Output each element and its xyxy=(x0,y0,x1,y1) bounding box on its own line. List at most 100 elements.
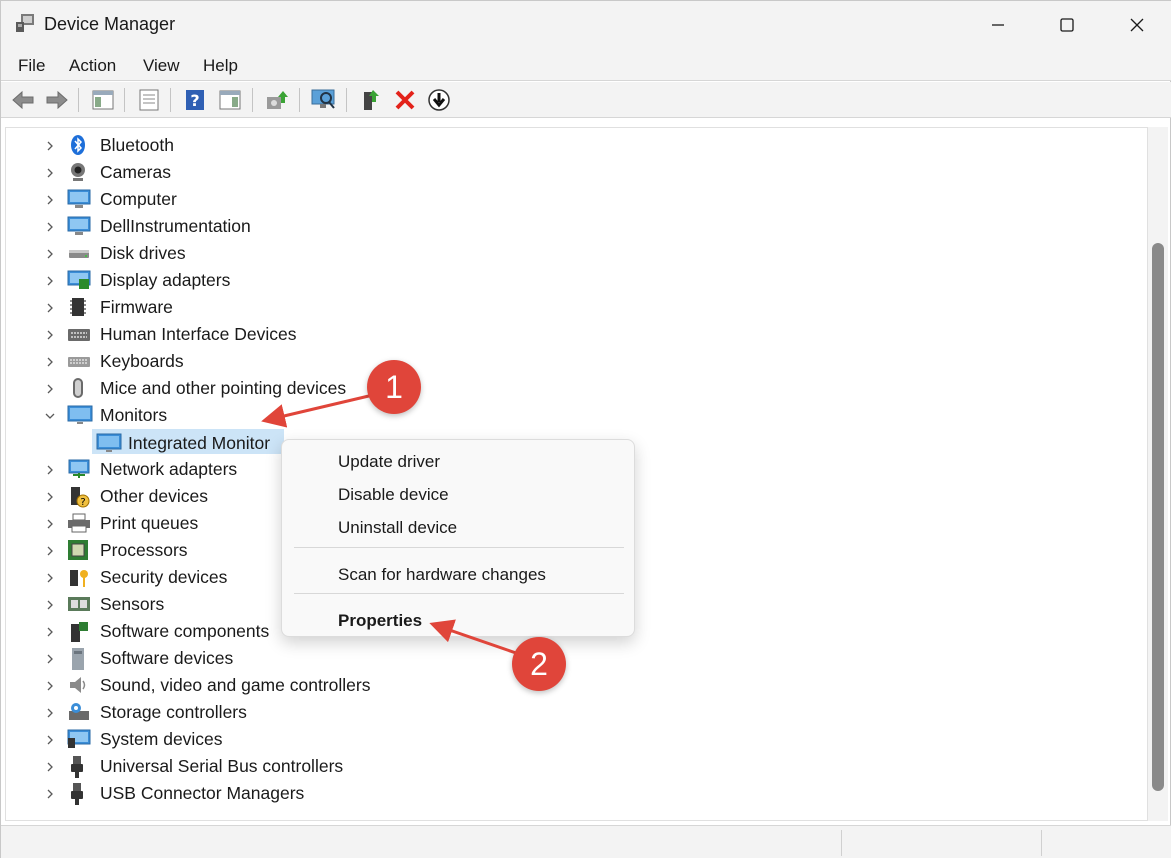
close-button[interactable] xyxy=(1102,1,1171,49)
chevron-right-icon[interactable] xyxy=(44,652,56,664)
tree-category-label: Storage controllers xyxy=(100,702,247,722)
monitor-icon xyxy=(67,404,93,426)
chevron-right-icon[interactable] xyxy=(44,706,56,718)
toolbar-separator xyxy=(124,88,125,112)
menu-help[interactable]: Help xyxy=(203,56,238,76)
chevron-right-icon[interactable] xyxy=(44,598,56,610)
download-update-toolbar-button[interactable] xyxy=(426,87,452,113)
tree-category-label: Security devices xyxy=(100,567,228,587)
chevron-right-icon[interactable] xyxy=(44,301,56,313)
toolbar-separator xyxy=(78,88,79,112)
enable-device-toolbar-button[interactable] xyxy=(358,87,384,113)
tree-category-label: Sensors xyxy=(100,594,165,614)
window-title: Device Manager xyxy=(44,14,176,34)
tree-category-label: DellInstrumentation xyxy=(100,216,251,236)
toolbar-separator xyxy=(252,88,253,112)
tree-category-computer[interactable]: Computer xyxy=(6,185,606,212)
tree-category-disk-drives[interactable]: Disk drives xyxy=(6,239,606,266)
menu-bar: File Action View Help xyxy=(1,49,1171,81)
chevron-right-icon[interactable] xyxy=(44,166,56,178)
chevron-right-icon[interactable] xyxy=(44,760,56,772)
menu-disable-device[interactable]: Disable device xyxy=(338,485,449,505)
device-manager-icon xyxy=(15,13,35,33)
chevron-right-icon[interactable] xyxy=(44,355,56,367)
chevron-right-icon[interactable] xyxy=(44,247,56,259)
scrollbar-thumb[interactable] xyxy=(1152,243,1164,791)
tree-category-label: Universal Serial Bus controllers xyxy=(100,756,344,776)
chevron-right-icon[interactable] xyxy=(44,220,56,232)
title-bar: Device Manager xyxy=(1,1,1171,49)
menu-properties[interactable]: Properties xyxy=(338,611,422,631)
annotation-badge-1: 1 xyxy=(367,360,421,414)
forward-arrow-icon xyxy=(46,90,68,110)
usb-icon xyxy=(67,755,91,778)
tree-device-label: Integrated Monitor xyxy=(128,433,271,453)
camera-icon xyxy=(67,161,91,183)
update-driver-toolbar-button[interactable] xyxy=(264,87,290,113)
console-tree-button[interactable] xyxy=(90,87,116,113)
chevron-right-icon[interactable] xyxy=(44,787,56,799)
tree-category-bluetooth[interactable]: Bluetooth xyxy=(6,131,606,158)
chevron-right-icon[interactable] xyxy=(44,571,56,583)
chevron-right-icon[interactable] xyxy=(44,463,56,475)
software-component-icon xyxy=(67,620,91,642)
tree-category-cameras[interactable]: Cameras xyxy=(6,158,606,185)
tree-category-display-adapters[interactable]: Display adapters xyxy=(6,266,606,293)
keyboard-icon xyxy=(67,350,91,372)
tree-device-integrated-monitor[interactable]: Integrated Monitor xyxy=(92,429,292,456)
menu-scan-hardware[interactable]: Scan for hardware changes xyxy=(338,565,546,585)
properties-toolbar-button[interactable] xyxy=(136,87,162,113)
menu-file[interactable]: File xyxy=(18,56,45,76)
minimize-icon xyxy=(992,24,1004,26)
chevron-right-icon[interactable] xyxy=(44,679,56,691)
chevron-right-icon[interactable] xyxy=(44,625,56,637)
chevron-right-icon[interactable] xyxy=(44,544,56,556)
scan-hardware-toolbar-button[interactable] xyxy=(311,87,337,113)
tree-category-dellinstrumentation[interactable]: DellInstrumentation xyxy=(6,212,606,239)
chevron-right-icon[interactable] xyxy=(44,328,56,340)
vertical-scrollbar[interactable] xyxy=(1148,127,1168,821)
tree-category-usb-connector-managers[interactable]: USB Connector Managers xyxy=(6,779,606,806)
tree-category-system-devices[interactable]: System devices xyxy=(6,725,606,752)
menu-uninstall-device[interactable]: Uninstall device xyxy=(338,518,457,538)
help-toolbar-button[interactable]: ? xyxy=(182,87,208,113)
tree-category-keyboards[interactable]: Keyboards xyxy=(6,347,606,374)
maximize-button[interactable] xyxy=(1032,1,1102,49)
action-pane-button[interactable] xyxy=(217,87,243,113)
chevron-right-icon[interactable] xyxy=(44,517,56,529)
tree-category-label: Monitors xyxy=(100,405,168,425)
scan-hardware-icon xyxy=(311,89,335,109)
back-button[interactable] xyxy=(10,87,36,113)
mouse-icon xyxy=(67,377,91,399)
chevron-right-icon[interactable] xyxy=(44,490,56,502)
tree-category-label: Computer xyxy=(100,189,177,209)
tree-category-label: Mice and other pointing devices xyxy=(100,378,347,398)
menu-action[interactable]: Action xyxy=(69,56,116,76)
chevron-right-icon[interactable] xyxy=(44,193,56,205)
tree-category-mice-and-other-pointing-devices[interactable]: Mice and other pointing devices xyxy=(6,374,606,401)
tree-category-universal-serial-bus-controllers[interactable]: Universal Serial Bus controllers xyxy=(6,752,606,779)
chevron-right-icon[interactable] xyxy=(44,139,56,151)
chevron-right-icon[interactable] xyxy=(44,274,56,286)
menu-view[interactable]: View xyxy=(143,56,180,76)
tree-category-storage-controllers[interactable]: Storage controllers xyxy=(6,698,606,725)
processor-icon xyxy=(67,539,91,561)
usb-icon xyxy=(67,782,91,805)
tree-category-monitors[interactable]: Monitors xyxy=(6,401,606,428)
tree-category-human-interface-devices[interactable]: Human Interface Devices xyxy=(6,320,606,347)
tree-category-label: Cameras xyxy=(100,162,171,182)
forward-button[interactable] xyxy=(44,87,70,113)
menu-update-driver[interactable]: Update driver xyxy=(338,452,440,472)
minimize-button[interactable] xyxy=(963,1,1033,49)
tree-category-firmware[interactable]: Firmware xyxy=(6,293,606,320)
uninstall-device-icon xyxy=(395,90,415,110)
chevron-down-icon[interactable] xyxy=(44,409,56,421)
toolbar-separator xyxy=(346,88,347,112)
annotation-badge-2: 2 xyxy=(512,637,566,691)
tree-category-label: Display adapters xyxy=(100,270,231,290)
chevron-right-icon[interactable] xyxy=(44,382,56,394)
chevron-right-icon[interactable] xyxy=(44,733,56,745)
network-adapter-icon xyxy=(67,458,91,480)
uninstall-device-toolbar-button[interactable] xyxy=(392,87,418,113)
context-menu: Update driver Disable device Uninstall d… xyxy=(281,439,635,637)
